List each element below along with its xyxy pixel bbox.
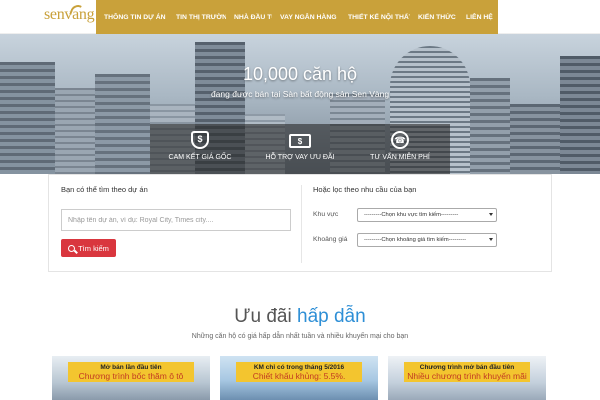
- offers-title-part1: Ưu đãi: [234, 306, 292, 327]
- search-button[interactable]: Tìm kiếm: [61, 239, 116, 257]
- offers-title: Ưu đãi hấp dẫn: [0, 306, 600, 328]
- chat-phone-icon: ☎: [391, 131, 409, 149]
- filter-label-khoang-gia: Khoảng giá: [313, 236, 348, 243]
- search-panel: Bạn có thể tìm theo dự án Tìm kiếm Hoặc …: [48, 174, 552, 272]
- filter-search-title: Hoặc lọc theo nhu cầu của bạn: [313, 185, 417, 194]
- offer-card[interactable]: KM chỉ có trong tháng 5/2016 Chiết khấu …: [220, 356, 378, 400]
- filter-label-khu-vuc: Khu vực: [313, 211, 339, 218]
- menu-item-lien-he[interactable]: LIÊN HỆ: [458, 0, 498, 34]
- project-search-input[interactable]: [61, 209, 291, 231]
- dollar-shield-icon: $: [191, 131, 209, 149]
- offer-badge-text: Chiết khấu khủng: 5.5%.: [252, 371, 346, 381]
- brand-logo[interactable]: senvang: [44, 2, 104, 28]
- menu-item-thiet-ke-noi-that[interactable]: THIẾT KẾ NỘI THẤT: [340, 0, 413, 34]
- price-select[interactable]: ---------Chọn khoảng giá tìm kiếm-------…: [357, 233, 497, 247]
- menu-item-thong-tin-du-an[interactable]: THÔNG TIN DỰ ÁN: [96, 0, 168, 34]
- building-image: [55, 88, 95, 174]
- offer-badge-title: Chương trình mở bán đầu tiên: [419, 364, 515, 371]
- area-select[interactable]: ---------Chọn khu vực tìm kiếm---------: [357, 208, 497, 222]
- benefit-tu-van-mien-phi: ☎ TƯ VẤN MIỄN PHÍ: [350, 124, 450, 174]
- money-bill-icon: $: [289, 134, 311, 148]
- benefit-label: CAM KẾT GIÁ GỐC: [168, 154, 232, 161]
- filter-search: Hoặc lọc theo nhu cầu của bạn Khu vực --…: [313, 185, 545, 247]
- offer-badge-text: Nhiều chương trình khuyến mãi: [407, 371, 527, 381]
- benefit-cam-ket-gia-goc: $ CAM KẾT GIÁ GỐC: [150, 124, 250, 174]
- offer-badge: Mở bán lần đầu tiên Chương trình bốc thă…: [68, 362, 194, 382]
- chevron-down-icon: [489, 213, 493, 216]
- benefit-label: HỖ TRỢ VAY ƯU ĐÃI: [265, 154, 335, 161]
- building-image: [510, 104, 560, 174]
- hero-banner: 10,000 căn hộ đang được bán tại Sàn bất …: [0, 34, 600, 174]
- offer-card[interactable]: Mở bán lần đầu tiên Chương trình bốc thă…: [52, 356, 210, 400]
- benefit-label: TƯ VẤN MIỄN PHÍ: [370, 154, 430, 161]
- project-search: Bạn có thể tìm theo dự án Tìm kiếm: [61, 185, 293, 257]
- offer-card[interactable]: Chương trình mở bán đầu tiên Nhiều chươn…: [388, 356, 546, 400]
- menu-item-vay-ngan-hang[interactable]: VAY NGÂN HÀNG: [272, 0, 340, 34]
- menu-item-tin-thi-truong[interactable]: TIN THỊ TRƯỜNG: [168, 0, 232, 34]
- offer-badge-title: Mở bán lần đầu tiên: [100, 364, 162, 371]
- menu-item-nha-dau-tu[interactable]: NHÀ ĐẦU TƯ: [226, 0, 277, 34]
- offer-badge-title: KM chỉ có trong tháng 5/2016: [253, 364, 345, 371]
- offer-badge: KM chỉ có trong tháng 5/2016 Chiết khấu …: [236, 362, 362, 382]
- offer-badge: Chương trình mở bán đầu tiên Nhiều chươn…: [404, 362, 530, 382]
- offers-title-part2: hấp dẫn: [297, 306, 366, 327]
- hero-title: 10,000 căn hộ: [242, 64, 358, 84]
- menu-item-kien-thuc[interactable]: KIẾN THỨC: [410, 0, 458, 34]
- benefits-bar: $ CAM KẾT GIÁ GỐC $ HỖ TRỢ VAY ƯU ĐÃI ☎ …: [150, 124, 450, 174]
- logo-text: senvang: [44, 6, 95, 23]
- search-button-label: Tìm kiếm: [78, 243, 109, 253]
- area-select-value: ---------Chọn khu vực tìm kiếm---------: [364, 212, 459, 218]
- search-icon: [68, 244, 76, 252]
- top-navbar: senvang THÔNG TIN DỰ ÁN TIN THỊ TRƯỜNG N…: [0, 0, 600, 34]
- hero-subtitle: đang được bán tại Sàn bất động sản Sen V…: [210, 89, 390, 99]
- chevron-down-icon: [489, 238, 493, 241]
- divider: [301, 185, 302, 263]
- offer-badge-text: Chương trình bốc thăm ô tô: [78, 371, 184, 381]
- offers-subtitle: Những căn hộ có giá hấp dẫn nhất tuần và…: [191, 333, 409, 340]
- main-menu: THÔNG TIN DỰ ÁN TIN THỊ TRƯỜNG NHÀ ĐẦU T…: [96, 0, 498, 34]
- project-search-title: Bạn có thể tìm theo dự án: [61, 185, 148, 194]
- price-select-value: ---------Chọn khoảng giá tìm kiếm-------…: [364, 237, 467, 243]
- benefit-ho-tro-vay: $ HỖ TRỢ VAY ƯU ĐÃI: [250, 124, 350, 174]
